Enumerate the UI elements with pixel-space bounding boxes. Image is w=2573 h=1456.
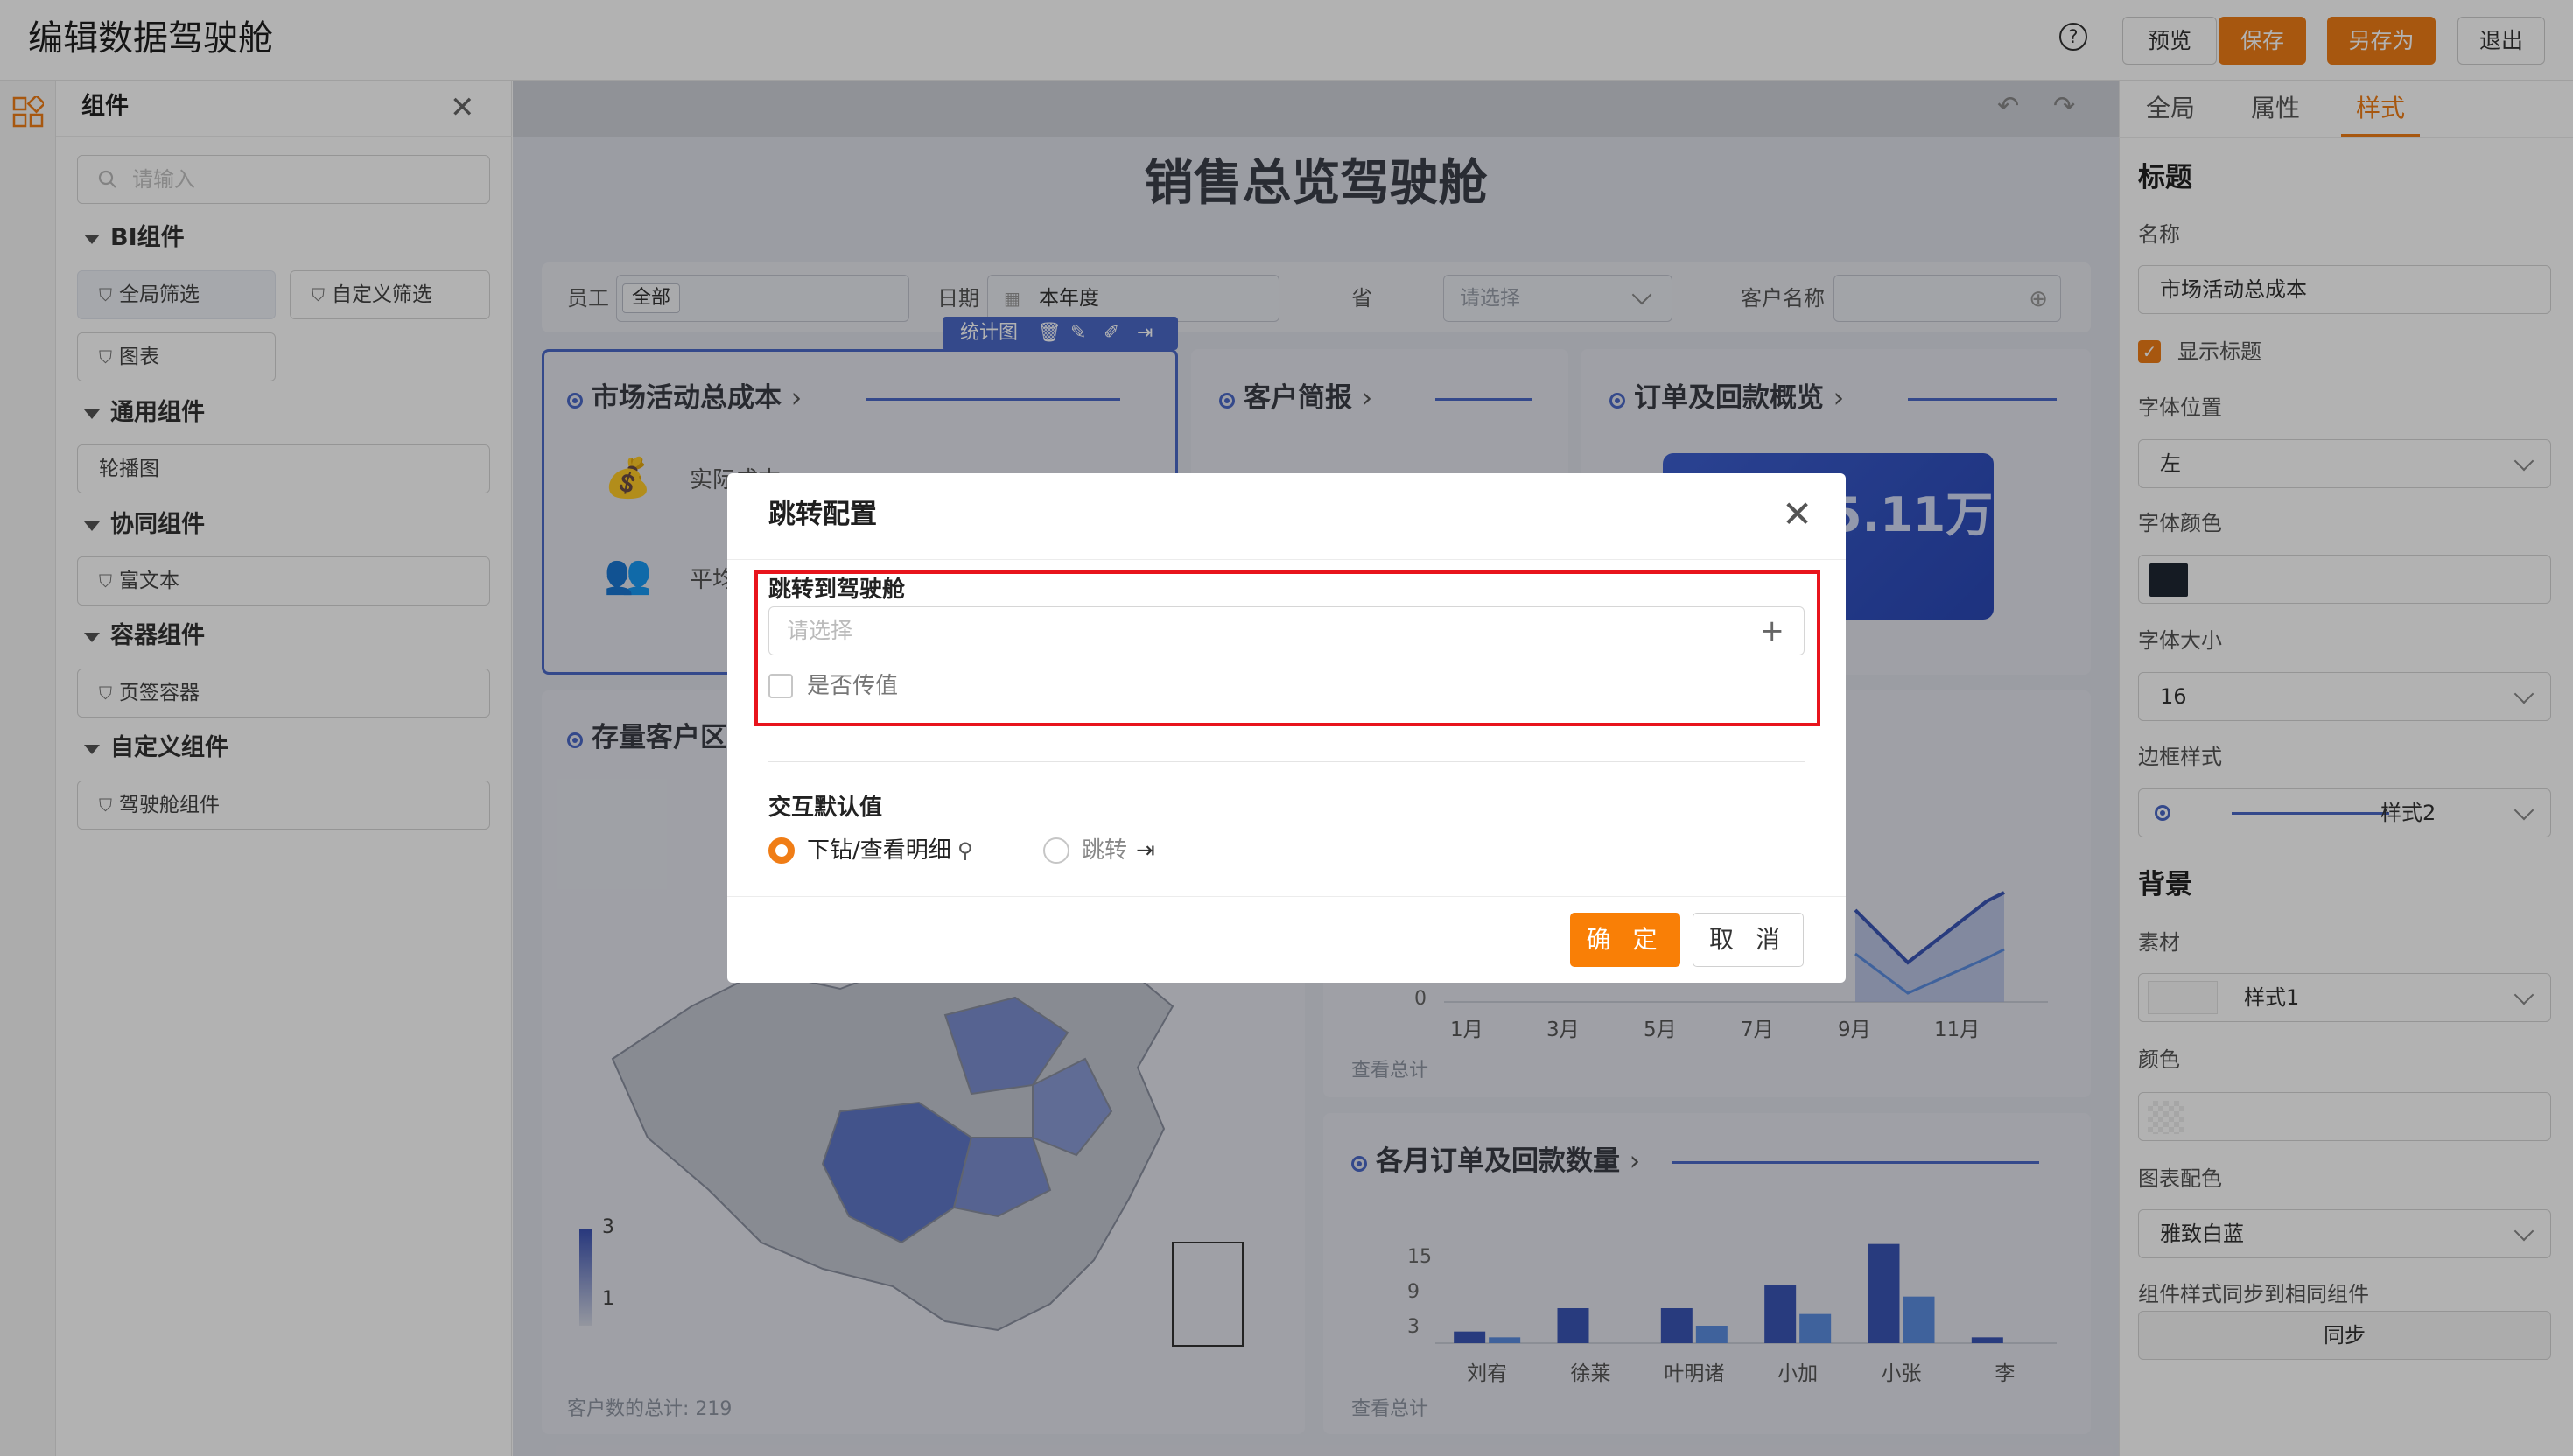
cancel-button[interactable]: 取 消 — [1693, 913, 1804, 967]
jump-target-placeholder: 请选择 — [787, 618, 853, 643]
dialog-footer-divider — [727, 896, 1846, 897]
jump-radio[interactable] — [1043, 837, 1069, 864]
dialog-header-divider — [727, 559, 1846, 560]
confirm-button[interactable]: 确 定 — [1570, 913, 1680, 967]
jump-config-dialog — [727, 473, 1846, 983]
dialog-title: 跳转配置 — [768, 499, 877, 530]
jump-target-label: 跳转到驾驶舱 — [768, 577, 906, 603]
close-icon[interactable]: ✕ — [1782, 495, 1812, 534]
drill-radio[interactable] — [768, 837, 795, 864]
drill-icon: ⚲ — [957, 838, 973, 863]
plus-icon[interactable]: + — [1760, 607, 1785, 654]
drill-radio-label[interactable]: 下钻/查看明细 — [807, 834, 951, 867]
pass-value-checkbox[interactable] — [768, 674, 793, 698]
jump-radio-label[interactable]: 跳转 — [1082, 834, 1127, 867]
dialog-section-divider — [768, 761, 1805, 762]
interaction-default-label: 交互默认值 — [768, 794, 883, 821]
pass-value-label: 是否传值 — [807, 673, 899, 699]
jump-icon: ⇥ — [1136, 837, 1155, 864]
jump-target-select[interactable]: 请选择 + — [768, 606, 1805, 655]
